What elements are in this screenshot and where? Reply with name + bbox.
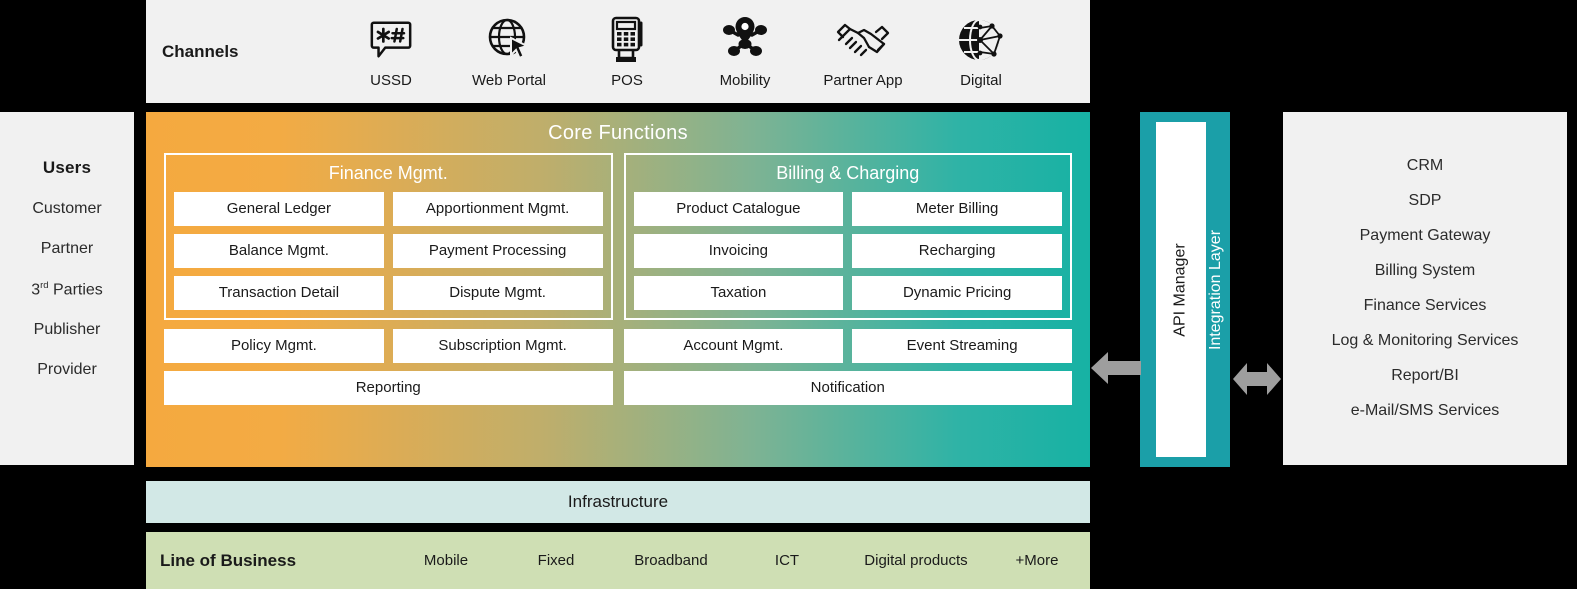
third-parties-tail: Parties [48,281,103,299]
group-finance-mgmt: Finance Mgmt. General Ledger Apportionme… [164,153,613,320]
line-of-business-band: Line of Business Mobile Fixed Broadband … [146,532,1090,589]
channels-list: USSD Web Portal POS Mobility Partner App… [332,14,1090,89]
lob-item-ict: ICT [774,552,800,569]
shared-row: Policy Mgmt. Subscription Mgmt. Account … [164,329,1072,363]
external-item-log-monitoring-services: Log & Monitoring Services [1331,332,1519,349]
channel-label-web-portal: Web Portal [472,72,546,89]
external-item-billing-system: Billing System [1374,262,1476,279]
tile-reporting[interactable]: Reporting [164,371,613,405]
tile-account-mgmt[interactable]: Account Mgmt. [623,329,844,363]
channel-digital[interactable]: Digital [922,14,1040,89]
channel-label-partner-app: Partner App [823,72,903,89]
shared-row: Reporting Notification [164,371,1072,405]
tile-notification[interactable]: Notification [623,371,1072,405]
channels-title: Channels [162,41,239,61]
user-item-partner: Partner [40,240,94,257]
core-shared-rows: Policy Mgmt. Subscription Mgmt. Account … [164,329,1072,405]
lob-item-digital-products: Digital products [864,552,968,569]
lob-item-mobile: Mobile [423,552,469,569]
group-title-billing: Billing & Charging [776,163,920,183]
shared-half-left: Policy Mgmt. Subscription Mgmt. [164,329,613,363]
tile-row: Invoicing Recharging [633,234,1062,268]
shared-half-right: Notification [623,371,1072,405]
user-item-customer: Customer [32,200,102,217]
tile-dispute-mgmt[interactable]: Dispute Mgmt. [392,276,603,310]
users-title: Users [42,158,92,177]
core-functions-panel: Core Functions Finance Mgmt. General Led… [146,112,1090,467]
external-item-report-bi: Report/BI [1391,367,1459,384]
channel-mobility[interactable]: Mobility [686,14,804,89]
external-item-email-sms-services: e-Mail/SMS Services [1350,402,1500,419]
channel-partner-app[interactable]: Partner App [804,14,922,89]
users-panel: Users Customer Partner 3rd Parties Publi… [0,112,134,465]
tile-subscription-mgmt[interactable]: Subscription Mgmt. [392,329,613,363]
globe-cursor-icon [485,14,533,66]
integration-layer-label-wrap: Integration Layer [1204,112,1228,467]
tile-taxation[interactable]: Taxation [633,276,844,310]
integration-layer-panel: API Manager Integration Layer [1140,112,1230,467]
tile-row: Taxation Dynamic Pricing [633,276,1062,310]
group-billing-charging: Billing & Charging Product Catalogue Met… [623,153,1072,320]
arrow-bidirectional-to-external [1233,362,1281,401]
lob-item-more: +More [1015,552,1059,569]
tile-balance-mgmt[interactable]: Balance Mgmt. [174,234,384,268]
tile-policy-mgmt[interactable]: Policy Mgmt. [164,329,384,363]
tile-row: Balance Mgmt. Payment Processing [174,234,603,268]
channel-web-portal[interactable]: Web Portal [450,14,568,89]
external-item-finance-services: Finance Services [1363,297,1487,314]
tile-invoicing[interactable]: Invoicing [633,234,844,268]
channel-label-pos: POS [611,72,643,89]
channel-label-digital: Digital [960,72,1002,89]
external-systems-panel: CRM SDP Payment Gateway Billing System F… [1283,112,1567,465]
channel-ussd[interactable]: USSD [332,14,450,89]
core-group-row: Finance Mgmt. General Ledger Apportionme… [164,153,1072,320]
group-title-finance: Finance Mgmt. [328,163,448,183]
shared-half-left: Reporting [164,371,613,405]
external-item-payment-gateway: Payment Gateway [1359,227,1491,244]
tile-dynamic-pricing[interactable]: Dynamic Pricing [852,276,1062,310]
pos-terminal-icon [605,14,649,66]
user-item-provider: Provider [37,361,97,379]
tile-recharging[interactable]: Recharging [852,234,1062,268]
lob-item-broadband: Broadband [634,552,708,569]
api-manager-label: API Manager [1172,242,1190,337]
tile-general-ledger[interactable]: General Ledger [174,192,384,226]
line-of-business-items: Mobile Fixed Broadband ICT Digital produ… [390,552,1090,569]
infrastructure-band: Infrastructure [146,481,1090,523]
tile-apportionment-mgmt[interactable]: Apportionment Mgmt. [392,192,603,226]
tile-payment-processing[interactable]: Payment Processing [392,234,603,268]
channel-label-ussd: USSD [370,72,412,89]
external-item-sdp: SDP [1408,192,1442,209]
third-parties-base: 3 [31,281,41,299]
channels-panel: Channels USSD Web Portal POS Mobility Pa… [146,0,1090,103]
integration-layer-label: Integration Layer [1207,229,1225,350]
ussd-speech-bubble-icon [368,14,414,66]
tile-transaction-detail[interactable]: Transaction Detail [174,276,384,310]
third-parties-sup: rd [40,280,49,291]
channel-label-mobility: Mobility [719,72,771,89]
tile-product-catalogue[interactable]: Product Catalogue [633,192,844,226]
tile-row: Transaction Detail Dispute Mgmt. [174,276,603,310]
handshake-icon [836,14,890,66]
globe-network-icon [956,14,1006,66]
tile-event-streaming[interactable]: Event Streaming [852,329,1072,363]
external-item-crm: CRM [1406,157,1444,174]
arrow-left-to-core [1091,352,1141,389]
line-of-business-title: Line of Business [160,550,297,570]
tile-meter-billing[interactable]: Meter Billing [852,192,1062,226]
channel-pos[interactable]: POS [568,14,686,89]
api-manager-box[interactable]: API Manager [1156,122,1206,457]
map-pin-network-icon [720,14,770,66]
tile-row: General Ledger Apportionment Mgmt. [174,192,603,226]
core-functions-title: Core Functions [548,122,688,144]
user-item-third-parties: 3rd Parties [31,280,103,299]
shared-half-right: Account Mgmt. Event Streaming [623,329,1072,363]
user-item-publisher: Publisher [33,321,101,339]
infrastructure-label: Infrastructure [567,492,669,511]
tile-row: Product Catalogue Meter Billing [633,192,1062,226]
lob-item-fixed: Fixed [537,552,575,569]
